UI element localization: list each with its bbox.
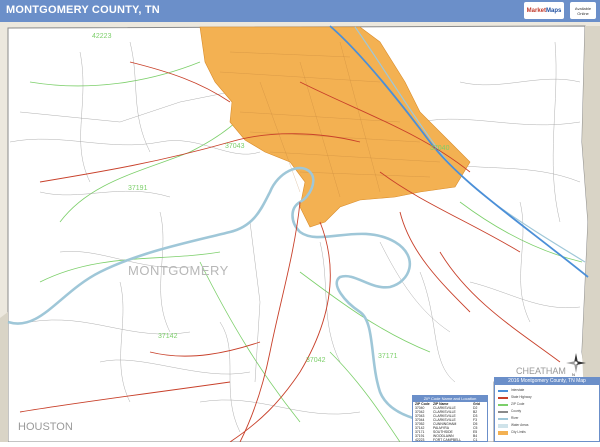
zip-label: 37142 [158,333,178,340]
county-label: MONTGOMERY [128,263,229,278]
neighbor-label-cheatham: CHEATHAM [516,366,566,376]
legend-swatch-city [498,431,508,435]
map-legend: 2016 Montgomery County, TN Map Interstat… [494,377,600,442]
zip-table-cell: FORT CAMPBELL [433,438,462,442]
zip-label: 37042 [306,357,326,364]
legend-swatch-interstate [498,390,508,392]
logo-word-market: Market [526,7,546,14]
legend-row-label: County [511,409,522,413]
legend-swatch-zip [498,404,508,406]
map-title: MONTGOMERY COUNTY, TN [6,4,160,16]
zip-table-cell: 42223 [415,438,425,442]
legend-swatch-highway [498,397,508,399]
legend-row-label: ZIP Code [511,402,525,406]
legend-row-label: Interstate [511,388,525,392]
available-online-badge[interactable]: Available Online [570,2,596,19]
legend-swatch-water [498,424,508,428]
zip-code-table: ZIP Code Name and Location ZIP Code ZIP … [412,395,488,442]
legend-title: 2016 Montgomery County, TN Map [495,378,599,385]
map-header: MONTGOMERY COUNTY, TN Market Maps Availa… [0,0,600,23]
zip-table-body: 37040 CLARKSVILLE D2 37042 CLARKSVILLE B2 3704… [413,406,487,442]
zip-label: 37043 [225,143,245,150]
legend-row-label: State Highway [511,395,532,399]
logo-word-maps: Maps [546,7,562,14]
legend-swatch-river [498,418,508,420]
legend-row-label: River [511,416,519,420]
brand-logo[interactable]: Market Maps [524,2,564,19]
zip-table-row: 42223 FORT CAMPBELL C1 [413,438,487,442]
zip-label: 37191 [128,185,148,192]
legend-row-label: City Limits [511,430,526,434]
zip-label: 42223 [92,33,112,40]
neighbor-label-houston: HOUSTON [18,421,73,433]
legend-row-label: Water Areas [511,423,529,427]
zip-table-cell: C1 [473,438,478,442]
zip-label: 37040 [430,145,450,152]
north-arrow-icon [566,353,586,373]
west-neighbor [0,312,8,442]
legend-swatch-county [498,411,508,413]
zip-label: 37171 [378,353,398,360]
